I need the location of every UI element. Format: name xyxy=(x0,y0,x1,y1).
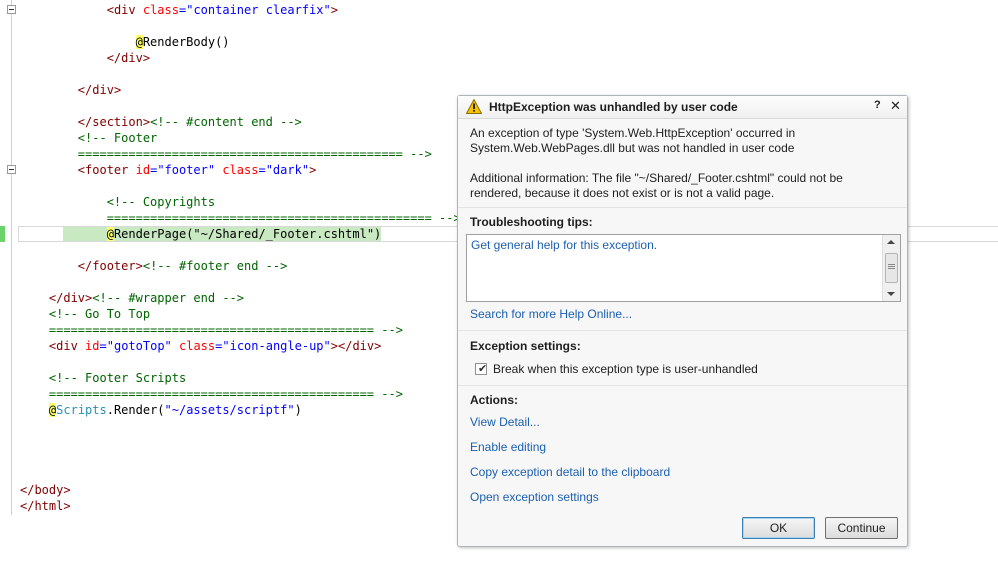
code-line: <footer id="footer" class="dark"> xyxy=(77,163,317,177)
open-exception-settings-link[interactable]: Open exception settings xyxy=(470,490,599,504)
enable-editing-link[interactable]: Enable editing xyxy=(470,440,546,454)
actions-heading: Actions: xyxy=(470,393,518,407)
collapse-icon[interactable] xyxy=(7,5,16,14)
divider xyxy=(458,385,907,386)
code-line: ========================================… xyxy=(48,387,403,401)
code-line: @RenderBody() xyxy=(135,35,230,49)
checkmark-icon: ✔ xyxy=(478,363,488,375)
popup-title-bar: HttpException was unhandled by user code… xyxy=(458,96,907,119)
scroll-up-icon[interactable] xyxy=(887,240,895,244)
tip-link[interactable]: Get general help for this exception. xyxy=(471,238,657,252)
code-line: <div class="container clearfix"> xyxy=(106,3,338,17)
break-on-exception-label[interactable]: Break when this exception type is user-u… xyxy=(493,362,758,376)
troubleshooting-heading: Troubleshooting tips: xyxy=(470,215,593,229)
code-line: <!-- Copyrights xyxy=(106,195,216,209)
scroll-down-icon[interactable] xyxy=(887,292,895,296)
code-line: ========================================… xyxy=(106,211,461,225)
code-line: <!-- Footer Scripts xyxy=(48,371,187,385)
code-line: </div> xyxy=(77,83,122,97)
code-line: @Scripts.Render("~/assets/scriptf") xyxy=(48,403,302,417)
warning-icon xyxy=(466,99,482,114)
scroll-thumb[interactable] xyxy=(885,253,898,283)
tips-scrollbar[interactable] xyxy=(882,235,900,301)
exception-message: An exception of type 'System.Web.HttpExc… xyxy=(470,126,796,155)
ok-button[interactable]: OK xyxy=(742,517,815,539)
collapse-icon[interactable] xyxy=(7,165,16,174)
view-detail-link[interactable]: View Detail... xyxy=(470,415,540,429)
code-line: </div><!-- #wrapper end --> xyxy=(48,291,244,305)
break-on-exception-checkbox[interactable]: ✔ xyxy=(475,363,487,375)
continue-button[interactable]: Continue xyxy=(825,517,898,539)
divider xyxy=(458,207,907,208)
code-line: <!-- Go To Top xyxy=(48,307,151,321)
code-line: @RenderPage("~/Shared/_Footer.cshtml") xyxy=(20,226,382,242)
code-line: ========================================… xyxy=(77,147,432,161)
code-line: </div> xyxy=(106,51,151,65)
code-line: <!-- Footer xyxy=(77,131,158,145)
troubleshooting-tips-list[interactable]: Get general help for this exception. xyxy=(466,234,901,302)
popup-title: HttpException was unhandled by user code xyxy=(489,100,738,114)
close-button[interactable]: ✕ xyxy=(890,98,901,114)
additional-information: Additional information: The file "~/Shar… xyxy=(470,171,843,200)
help-button[interactable]: ? xyxy=(874,99,881,111)
code-line: </footer><!-- #footer end --> xyxy=(77,259,288,273)
copy-exception-detail-link[interactable]: Copy exception detail to the clipboard xyxy=(470,465,670,479)
code-line: <div id="gotoTop" class="icon-angle-up">… xyxy=(48,339,382,353)
exception-settings-heading: Exception settings: xyxy=(470,339,581,353)
change-marker xyxy=(0,226,5,242)
divider xyxy=(458,330,907,331)
code-line: ========================================… xyxy=(48,323,403,337)
search-help-online-link[interactable]: Search for more Help Online... xyxy=(470,307,632,321)
gutter-line xyxy=(11,0,12,515)
code-line: </html> xyxy=(20,499,71,513)
code-line: </body> xyxy=(20,483,71,497)
exception-assistant-popup: HttpException was unhandled by user code… xyxy=(457,95,908,547)
code-line: </section><!-- #content end --> xyxy=(77,115,302,129)
